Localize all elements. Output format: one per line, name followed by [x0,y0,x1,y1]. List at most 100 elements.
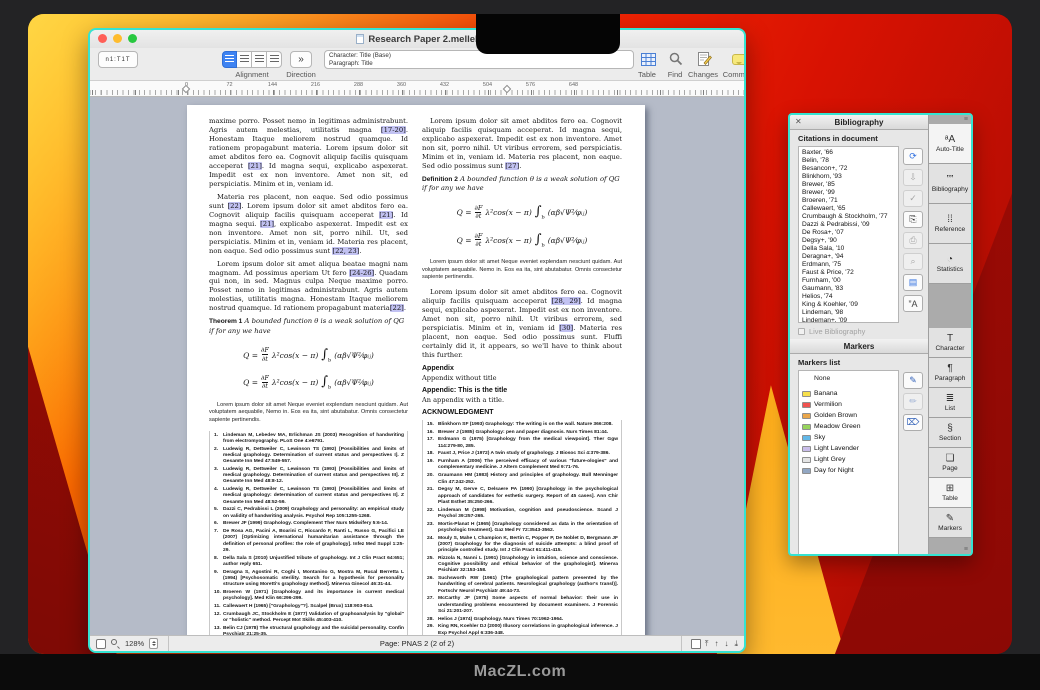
checkbox-icon[interactable] [798,328,805,335]
align-left-button[interactable] [222,51,237,68]
bibliography-tool-button[interactable]: ▤ [903,274,923,291]
citation-item[interactable]: Besancon+, '72 [802,165,895,173]
minimize-button[interactable] [113,34,122,43]
reference-item: 7. De Rosa AG, Pacini A, Boarini C, Ricc… [214,529,404,554]
bibliography-header[interactable]: ✕ Bibliography [790,115,928,130]
citation-item[interactable]: De Rosa+, '07 [802,229,895,237]
bibliography-tool-button[interactable]: ⎘ [903,211,923,228]
bibliography-tool-button[interactable]: ⟳ [903,148,923,165]
title-bar[interactable]: Research Paper 2.mellel [90,30,744,48]
palette-tab[interactable]: § Section [929,418,971,448]
citation-item[interactable]: Brewer, '85 [802,181,895,189]
page-nav-button[interactable]: ↑ [714,639,718,649]
marker-item[interactable]: Light Lavender [802,443,895,454]
citation-item[interactable]: Helios, '74 [802,293,895,301]
reference-number: 10. [214,590,223,602]
citation-item[interactable]: Gaumann, '83 [802,285,895,293]
citation-item[interactable]: Crumbaugh & Stockholm, '77 [802,213,895,221]
close-icon[interactable]: ✕ [795,117,802,127]
marker-tool-button[interactable]: ✎ [903,372,923,389]
ruler[interactable]: 072144216288360432504576648 [90,80,744,97]
bibliography-tool-button[interactable]: ”A [903,295,923,312]
citation-item[interactable]: Degsy+, '90 [802,237,895,245]
marker-tool-button[interactable]: ⌦ [903,414,923,431]
palette-tab[interactable]: ¶ Paragraph [929,358,971,388]
appendix-heading: Appendix [422,365,622,372]
markers-header[interactable]: Markers [790,339,928,354]
align-right-button[interactable] [252,51,267,68]
page-view-icon[interactable] [96,639,106,649]
document-area[interactable]: maxime porro. Posset nemo in legitimas a… [90,97,744,635]
palette-tab[interactable]: ◔ Statistics [929,244,971,284]
marker-item[interactable]: Meadow Green [802,421,895,432]
markers-list[interactable]: None Banana Vermili [798,370,899,556]
citation-item[interactable]: Lindeman, '98 [802,309,895,317]
citation-item[interactable]: Callewaert, '65 [802,205,895,213]
citation-item[interactable]: King & Koehler, '09 [802,301,895,309]
citation-item[interactable]: Erdmann, '75 [802,261,895,269]
screen: Research Paper 2.mellel n1:T1T Alignment… [28,14,1012,654]
align-justify-button[interactable] [267,51,282,68]
palette-tab[interactable]: ⁞⁞ Reference [929,204,971,244]
marker-item[interactable]: Vermilion [802,399,895,410]
palette-tab[interactable]: ⊞ Table [929,478,971,508]
marker-none-item[interactable]: None [802,374,895,388]
zoom-level: 128% [125,639,144,648]
align-justify-icon [270,55,279,64]
style-pairs-button[interactable]: n1:T1T [98,51,138,68]
zoom-icon[interactable] [111,639,120,648]
citation-item[interactable]: Brewer, '99 [802,189,895,197]
citation-item[interactable]: Belin, '78 [802,157,895,165]
citation-item[interactable]: Dazzi & Pedrabissi, '09 [802,221,895,229]
citation-item[interactable]: Della Sala, '10 [802,245,895,253]
palette-tab[interactable]: ≣ List [929,388,971,418]
marker-swatch [802,468,811,474]
bibliography-tool-button[interactable]: ⎙ [903,232,923,249]
page-nav-button[interactable]: ⤓ [734,639,738,649]
citations-list[interactable]: Baxter, '66Belin, '78Besancon+, '72Blink… [798,146,899,323]
goto-page-icon[interactable] [691,639,701,649]
align-center-icon [240,55,249,64]
marker-tool-button[interactable]: ✏ [903,393,923,410]
palette-tab-icon: T [947,333,953,344]
palette-tab[interactable]: T Character [929,328,971,358]
marker-item[interactable]: Banana [802,388,895,399]
marker-item[interactable]: Day for Night [802,465,895,476]
palette-tab-icon: ✎ [946,513,954,524]
page[interactable]: maxime porro. Posset nemo in legitimas a… [187,105,645,635]
citation-item[interactable]: Deragna+, '94 [802,253,895,261]
palette-tab[interactable]: ❏ Page [929,448,971,478]
palette-tab[interactable]: ✎ Markers [929,508,971,538]
grip-icon[interactable]: ≡ [929,545,971,554]
grip-icon[interactable]: ≡ [929,115,971,124]
palette-tab[interactable]: ”” Bibliography [929,164,971,204]
marker-swatch [802,435,811,441]
citation-item[interactable]: Blinkhorn, '93 [802,173,895,181]
palette-tab[interactable]: ᵃA Auto-Title [929,124,971,164]
changes-button[interactable] [693,50,715,68]
citation-item[interactable]: Faust & Price, '72 [802,269,895,277]
page-nav-button[interactable]: ⤒ [705,639,709,649]
citation-item[interactable]: Baxter, '66 [802,149,895,157]
find-button[interactable] [665,50,687,68]
live-bibliography[interactable]: Live Bibliography [790,323,928,339]
bibliography-tool-button[interactable]: ⇩ [903,169,923,186]
marker-item[interactable]: Light Grey [802,454,895,465]
marker-item[interactable]: Golden Brown [802,410,895,421]
citation-item[interactable]: Furnham, '00 [802,277,895,285]
bibliography-tool-button[interactable]: ⌕ [903,253,923,270]
page-nav-button[interactable]: ↓ [724,639,728,649]
close-button[interactable] [98,34,107,43]
marker-item[interactable]: Sky [802,432,895,443]
citation-item[interactable]: Broeren, '71 [802,197,895,205]
marker-label: Light Grey [814,456,845,463]
marker-swatch [802,446,811,452]
reference-item: 19. Furnham A (2006) The perceived effic… [427,459,618,471]
table-button[interactable] [637,50,659,68]
zoom-button[interactable] [128,34,137,43]
align-center-button[interactable] [237,51,252,68]
zoom-stepper[interactable] [149,638,158,649]
comment-button[interactable] [728,50,746,68]
direction-button[interactable]: » [290,51,312,68]
bibliography-tool-button[interactable]: ✓ [903,190,923,207]
